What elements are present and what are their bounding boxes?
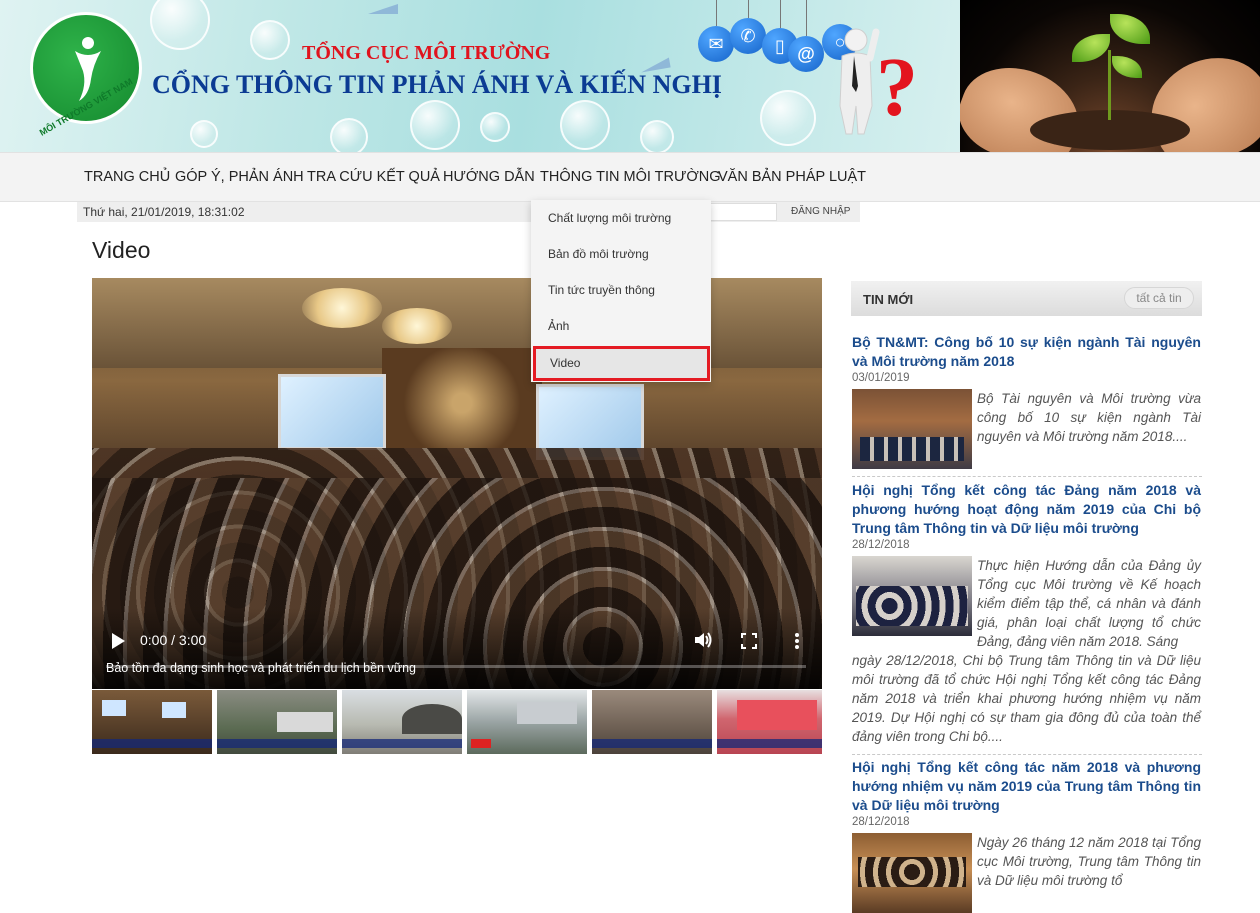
decor-bubble [190, 120, 218, 148]
news-separator [852, 754, 1202, 755]
question-mark-icon: ? [876, 41, 918, 134]
video-thumbnail[interactable] [342, 690, 462, 754]
phone-icon: ✆ [730, 18, 766, 54]
thinking-man-icon [839, 28, 880, 135]
news-date: 03/01/2019 [852, 372, 910, 384]
header-banner: MÔI TRƯỜNG VIỆT NAM TỔNG CỤC MÔI TRƯỜNG … [0, 0, 960, 152]
video-thumbnails [92, 690, 822, 758]
news-date: 28/12/2018 [852, 816, 910, 828]
news-thumbnail[interactable] [852, 833, 972, 913]
news-summary: Bộ Tài nguyên và Môi trường vừa công bố … [977, 391, 1201, 444]
fullscreen-icon[interactable] [741, 633, 757, 649]
nav-item-home[interactable]: TRANG CHỦ [84, 169, 170, 185]
login-button[interactable]: ĐĂNG NHẬP [791, 206, 850, 217]
dropdown-item-environment-map[interactable]: Bản đồ môi trường [548, 247, 649, 261]
latest-news-title: TIN MỚI [863, 292, 914, 307]
org-name: TỔNG CỤC MÔI TRƯỜNG [302, 42, 551, 64]
news-title[interactable]: Hội nghị Tổng kết công tác Đảng năm 2018… [852, 481, 1201, 538]
news-thumbnail[interactable] [852, 389, 972, 469]
latest-news-header: TIN MỚI tất cả tin [851, 281, 1202, 316]
decor-bubble [410, 100, 460, 150]
all-news-button[interactable]: tất cả tin [1124, 287, 1194, 309]
decor-bubble [640, 120, 674, 152]
dropdown-item-video[interactable]: Video [533, 346, 710, 381]
at-sign-icon: @ [788, 36, 824, 72]
header-photo [960, 0, 1260, 152]
decor-bubble [480, 112, 510, 142]
news-summary: Ngày 26 tháng 12 năm 2018 tại Tổng cục M… [977, 835, 1201, 888]
video-frame-chandelier [302, 288, 382, 328]
sprout-leaf [1072, 34, 1110, 62]
portal-name: CỔNG THÔNG TIN PHẢN ÁNH VÀ KIẾN NGHỊ [152, 70, 722, 99]
video-frame-wall [382, 348, 542, 458]
play-icon[interactable] [112, 633, 125, 649]
decor-bubble [250, 20, 290, 60]
video-thumbnail[interactable] [217, 690, 337, 754]
video-player[interactable]: 0:00 / 3:00 Bảo tồn đa dạng sinh học và … [92, 278, 822, 689]
video-thumbnail[interactable] [467, 690, 587, 754]
news-thumbnail[interactable] [852, 556, 972, 636]
decor-bubble [560, 100, 610, 150]
date-bar: Thứ hai, 21/01/2019, 18:31:02 ĐĂNG NHẬP [77, 202, 860, 222]
nav-item-feedback[interactable]: GÓP Ý, PHẢN ÁNH [175, 169, 304, 185]
decor-bubble [760, 90, 816, 146]
news-date: 28/12/2018 [852, 539, 910, 551]
decor-string [716, 0, 717, 26]
nav-item-environment-info[interactable]: THÔNG TIN MÔI TRƯỜNG [540, 169, 721, 185]
news-title[interactable]: Bộ TN&MT: Công bố 10 sự kiện ngành Tài n… [852, 333, 1201, 371]
main-nav: TRANG CHỦ GÓP Ý, PHẢN ÁNH TRA CỨU KẾT QU… [0, 152, 1260, 202]
nav-item-lookup[interactable]: TRA CỨU KẾT QUẢ [307, 169, 440, 185]
dropdown-item-video-label: Video [550, 356, 581, 370]
video-thumbnail[interactable] [592, 690, 712, 754]
decor-string [806, 0, 807, 36]
news-summary: Thực hiện Hướng dẫn của Đảng ủy Tổng cục… [977, 558, 1201, 649]
nav-item-guide[interactable]: HƯỚNG DẪN [443, 169, 535, 185]
login-field[interactable] [707, 203, 777, 221]
decor-bubble [330, 118, 368, 152]
nav-item-legal-documents[interactable]: VĂN BẢN PHÁP LUẬT [718, 169, 866, 185]
sprout-leaf [1110, 14, 1150, 44]
current-datetime: Thứ hai, 21/01/2019, 18:31:02 [83, 205, 245, 219]
decor-string [780, 0, 781, 28]
dropdown-item-environment-quality[interactable]: Chất lượng môi trường [548, 211, 671, 225]
decor-bubble [150, 0, 210, 50]
more-options-icon[interactable] [795, 633, 799, 649]
email-icon: ✉ [698, 26, 734, 62]
environment-info-dropdown: Chất lượng môi trường Bản đồ môi trường … [531, 200, 711, 382]
video-frame-chandelier [382, 308, 452, 344]
news-title[interactable]: Hội nghị Tổng kết công tác năm 2018 và p… [852, 758, 1201, 815]
page-title: Video [92, 237, 151, 263]
video-thumbnail[interactable] [92, 690, 212, 754]
dropdown-item-photos[interactable]: Ảnh [548, 319, 569, 333]
sprout-leaf [1112, 56, 1142, 78]
paper-plane-icon [368, 4, 398, 14]
video-thumbnail[interactable] [717, 690, 822, 754]
dropdown-item-media-news[interactable]: Tin tức truyền thông [548, 283, 655, 297]
video-time: 0:00 / 3:00 [140, 632, 207, 648]
video-frame-screen [278, 374, 386, 450]
news-separator [852, 476, 1202, 477]
volume-icon[interactable] [693, 630, 713, 655]
sprout-stem [1108, 50, 1111, 120]
news-summary-continued: ngày 28/12/2018, Chi bộ Trung tâm Thông … [852, 653, 1201, 744]
video-caption: Bảo tồn đa dạng sinh học và phát triển d… [106, 661, 416, 675]
decor-string [748, 0, 749, 18]
